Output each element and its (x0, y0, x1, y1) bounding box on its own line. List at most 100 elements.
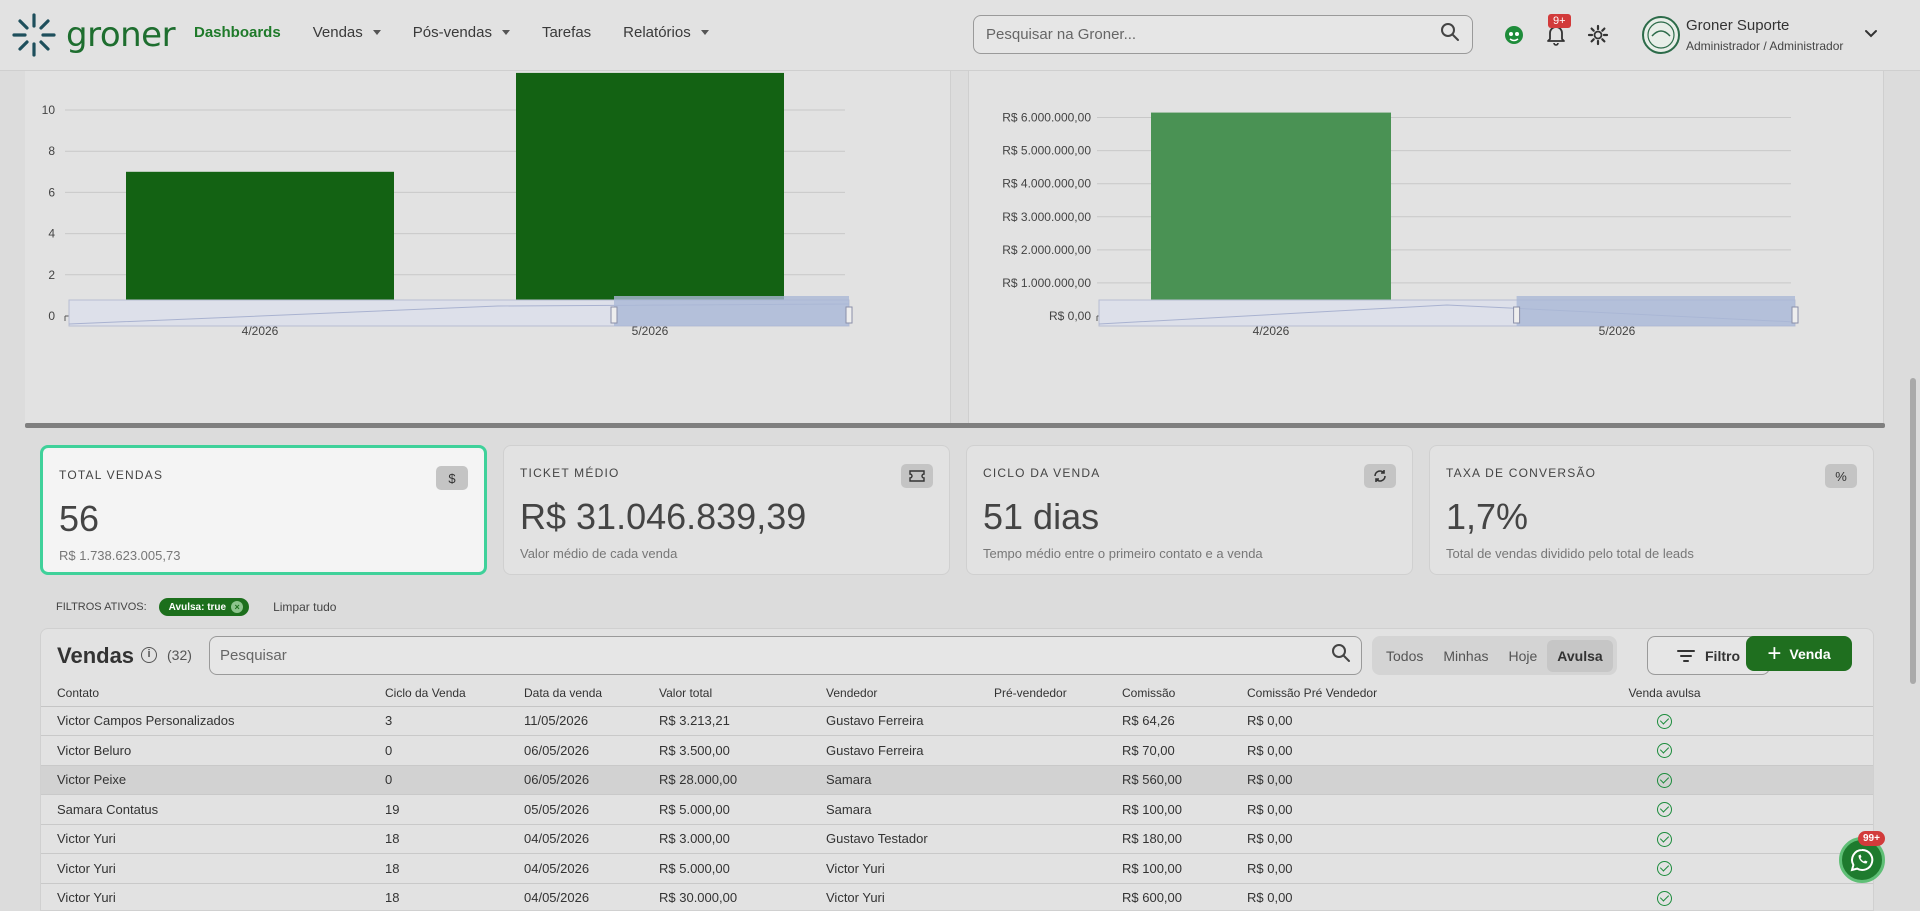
caret-down-icon (372, 30, 381, 35)
column-header[interactable]: Comissão (1106, 681, 1231, 707)
table-row[interactable]: Victor Yuri 18 04/05/2026 R$ 3.000,00 Gustav… (41, 824, 1873, 854)
filter-button-label: Filtro (1705, 647, 1740, 664)
clear-filters-link[interactable]: Limpar tudo (273, 600, 336, 614)
table-title: Vendas (57, 643, 135, 668)
navigator-selection[interactable] (1516, 296, 1795, 326)
table-cell (978, 735, 1106, 766)
kpi-total-vendas[interactable]: TOTAL VENDAS $56 R$ 1.738.623.005,73 (40, 445, 487, 575)
column-header[interactable]: Vendedor (810, 681, 978, 707)
navigator-handle-right[interactable] (845, 306, 853, 324)
table-cell: 05/05/2026 (508, 794, 643, 825)
segment-todos[interactable]: Todos (1376, 640, 1433, 672)
table-cell-avulsa (1456, 765, 1873, 795)
close-icon[interactable]: × (231, 601, 244, 613)
zoom-navigator[interactable] (1098, 296, 1799, 327)
table-cell: 19 (369, 794, 508, 825)
kpi-ciclo-venda[interactable]: CICLO DA VENDA 51 dias Tempo médio entre o… (966, 445, 1413, 575)
table-cell (978, 883, 1106, 911)
segment-minhas[interactable]: Minhas (1433, 640, 1498, 672)
table-cell: R$ 0,00 (1231, 765, 1456, 795)
table-row[interactable]: Samara Contatus 19 05/05/2026 R$ 5.000,00 Sa… (41, 794, 1873, 825)
table-cell: Victor Peixe (41, 765, 369, 795)
avatar[interactable] (1642, 16, 1680, 54)
new-sale-button[interactable]: + Venda (1746, 636, 1852, 671)
column-header[interactable]: Comissão Pré Vendedor (1231, 681, 1456, 707)
whatsapp-icon (1850, 848, 1874, 872)
sales-value-chart: R$ 0,00 R$ 1.000.000,00 R$ 2.000.000,00 R$ … (1002, 111, 1799, 338)
nav-item-dashboards[interactable]: Dashboards (194, 24, 281, 41)
page-scrollbar[interactable] (1910, 378, 1916, 684)
nav-item-pos-vendas[interactable]: Pós-vendas (413, 24, 510, 41)
column-header[interactable]: Venda avulsa (1456, 681, 1873, 707)
y-tick-label: R$ 1.000.000,00 (1002, 276, 1091, 290)
table-cell: R$ 5.000,00 (643, 794, 810, 825)
kpi-ticket-medio[interactable]: TICKET MÉDIO R$ 31.046.839,39 Valor médio … (503, 445, 950, 575)
active-filters: FILTROS ATIVOS: Avulsa: true × Limpar tu… (56, 598, 336, 616)
column-header[interactable]: Valor total (643, 681, 810, 707)
table-cell: Samara (810, 794, 978, 825)
user-menu[interactable]: Groner Suporte Administrador / Administr… (1642, 16, 1843, 54)
nav-item-relatorios[interactable]: Relatórios (623, 24, 709, 41)
user-info: Groner Suporte Administrador / Administr… (1686, 17, 1843, 53)
search-icon[interactable] (1440, 22, 1460, 47)
table-cell: 18 (369, 853, 508, 884)
table-cell: Gustavo Ferreira (810, 735, 978, 766)
column-header[interactable]: Pré-vendedor (978, 681, 1106, 707)
info-icon[interactable]: i (141, 647, 157, 663)
bar[interactable] (1151, 112, 1391, 316)
nav-item-label: Pós-vendas (412, 24, 492, 41)
chevron-down-icon[interactable] (1864, 26, 1878, 44)
filter-chip-avulsa[interactable]: Avulsa: true × (158, 598, 250, 616)
kpi-taxa-conversao[interactable]: TAXA DE CONVERSÃO% 1,7% Total de vendas di… (1429, 445, 1874, 575)
table-cell: 06/05/2026 (508, 765, 643, 795)
column-header[interactable]: Contato (41, 681, 369, 707)
table-row[interactable]: Victor Beluro 0 06/05/2026 R$ 3.500,00 Gusta… (41, 735, 1873, 766)
sales-table-card: Vendas i (32) TodosMinhasHojeAvulsa Filt… (40, 628, 1874, 911)
kpi-value: R$ 31.046.839,39 (520, 496, 807, 537)
kpi-label: TAXA DE CONVERSÃO (1446, 466, 1597, 480)
navigator-handle-right[interactable] (1791, 306, 1799, 324)
y-tick-label: 8 (48, 144, 55, 158)
y-tick-label: 6 (48, 185, 55, 199)
navigator-handle-left[interactable] (1513, 306, 1521, 324)
global-search-input[interactable] (986, 26, 1440, 43)
table-cell: R$ 560,00 (1106, 765, 1231, 795)
table-cell-avulsa (1456, 883, 1873, 911)
kpi-subtitle: Valor médio de cada venda (520, 546, 678, 561)
navigator-handle-left[interactable] (610, 306, 618, 324)
section-resize-bar[interactable] (25, 423, 1885, 428)
table-cell: Gustavo Testador (810, 824, 978, 854)
table-cell: 0 (369, 765, 508, 795)
filter-icon (1677, 649, 1695, 662)
table-cell: R$ 3.213,21 (643, 706, 810, 736)
column-header[interactable]: Data da venda (508, 681, 643, 707)
bar[interactable] (126, 171, 394, 316)
nav-item-tarefas[interactable]: Tarefas (542, 24, 591, 41)
table-row[interactable]: Victor Peixe 0 06/05/2026 R$ 28.000,00 Samar… (41, 765, 1873, 795)
table-row[interactable]: Victor Yuri 18 04/05/2026 R$ 5.000,00 Victor… (41, 853, 1873, 884)
navigator-selection[interactable] (614, 296, 849, 326)
groner-logo[interactable]: groner (10, 10, 176, 60)
segment-hoje[interactable]: Hoje (1499, 640, 1548, 672)
table-cell: R$ 180,00 (1106, 824, 1231, 854)
table-cell: R$ 0,00 (1231, 883, 1456, 911)
y-tick-label: 4 (48, 227, 55, 241)
zoom-navigator[interactable] (68, 296, 853, 327)
nav-item-vendas[interactable]: Vendas (313, 24, 381, 41)
bar[interactable] (516, 72, 784, 316)
segment-avulsa[interactable]: Avulsa (1547, 639, 1613, 672)
column-header[interactable]: Ciclo da Venda (369, 681, 508, 707)
groner-assistant-icon[interactable] (1501, 22, 1527, 48)
y-tick-label: R$ 3.000.000,00 (1002, 210, 1091, 224)
table-search-input[interactable] (220, 647, 1331, 664)
table-row[interactable]: Victor Campos Personalizados 3 11/05/2026 R… (41, 706, 1873, 736)
global-search[interactable] (973, 15, 1473, 54)
gear-icon[interactable] (1585, 22, 1611, 48)
search-icon[interactable] (1331, 643, 1351, 668)
table-row[interactable]: Victor Yuri 18 04/05/2026 R$ 30.000,00 Victo… (41, 883, 1873, 911)
table-search[interactable] (209, 636, 1362, 675)
y-tick-label: R$ 0,00 (1049, 309, 1091, 323)
sales-count-chart: 02468104/2026 5/2026 (42, 72, 853, 338)
table-cell: Samara Contatus (41, 794, 369, 825)
user-name: Groner Suporte (1686, 17, 1790, 34)
